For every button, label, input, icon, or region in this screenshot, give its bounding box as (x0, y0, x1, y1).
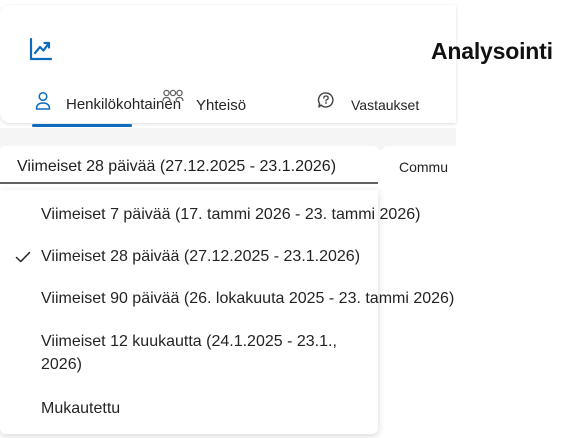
people-community-icon (162, 89, 184, 109)
date-range-listbox: Viimeiset 7 päivää (17. tammi 2026 - 23.… (0, 190, 454, 434)
tab-henkilokohtainen[interactable]: Henkilökohtainen (32, 87, 181, 127)
community-dropdown-label: Commu (399, 159, 449, 175)
option-last-12-months[interactable]: Viimeiset 12 kuukautta (24.1.2025 - 23.1… (0, 330, 378, 380)
option-label: Mukautettu (41, 400, 121, 417)
community-dropdown[interactable]: Commu (383, 146, 456, 184)
page-title: Analysointi (431, 38, 553, 64)
date-range-selected-value: Viimeiset 28 päivää (27.12.2025 - 23.1.2… (17, 158, 337, 175)
option-last-7-days[interactable]: Viimeiset 7 päivää (17. tammi 2026 - 23.… (0, 204, 420, 234)
analytics-page: Analysointi Henkilökohtainen Yhteisö Vas… (0, 0, 563, 438)
option-label: Viimeiset 28 päivää (27.12.2025 - 23.1.2… (41, 248, 361, 265)
tab-label: Vastaukset (351, 97, 420, 113)
tab-list: Henkilökohtainen Yhteisö Vastaukset (0, 87, 456, 127)
option-last-28-days[interactable]: Viimeiset 28 päivää (27.12.2025 - 23.1.2… (0, 246, 378, 276)
checkmark-icon (15, 250, 31, 269)
option-last-90-days[interactable]: Viimeiset 90 päivää (26. lokakuuta 2025 … (0, 288, 454, 318)
header-card: Analysointi Henkilökohtainen Yhteisö Vas… (0, 5, 553, 127)
selected-tab-indicator (32, 124, 132, 127)
person-icon (34, 91, 52, 111)
option-label: Viimeiset 12 kuukautta (24.1.2025 - 23.1… (41, 333, 337, 373)
chat-help-icon (317, 91, 335, 109)
trend-chart-icon (28, 36, 54, 62)
tab-label: Yhteisö (196, 97, 247, 114)
right-edge (456, 0, 563, 438)
option-label: Viimeiset 7 päivää (17. tammi 2026 - 23.… (41, 206, 421, 223)
option-label: Viimeiset 90 päivää (26. lokakuuta 2025 … (41, 290, 455, 307)
date-range-dropdown[interactable]: Viimeiset 28 päivää (27.12.2025 - 23.1.2… (0, 146, 378, 184)
option-custom[interactable]: Mukautettu (0, 398, 378, 428)
